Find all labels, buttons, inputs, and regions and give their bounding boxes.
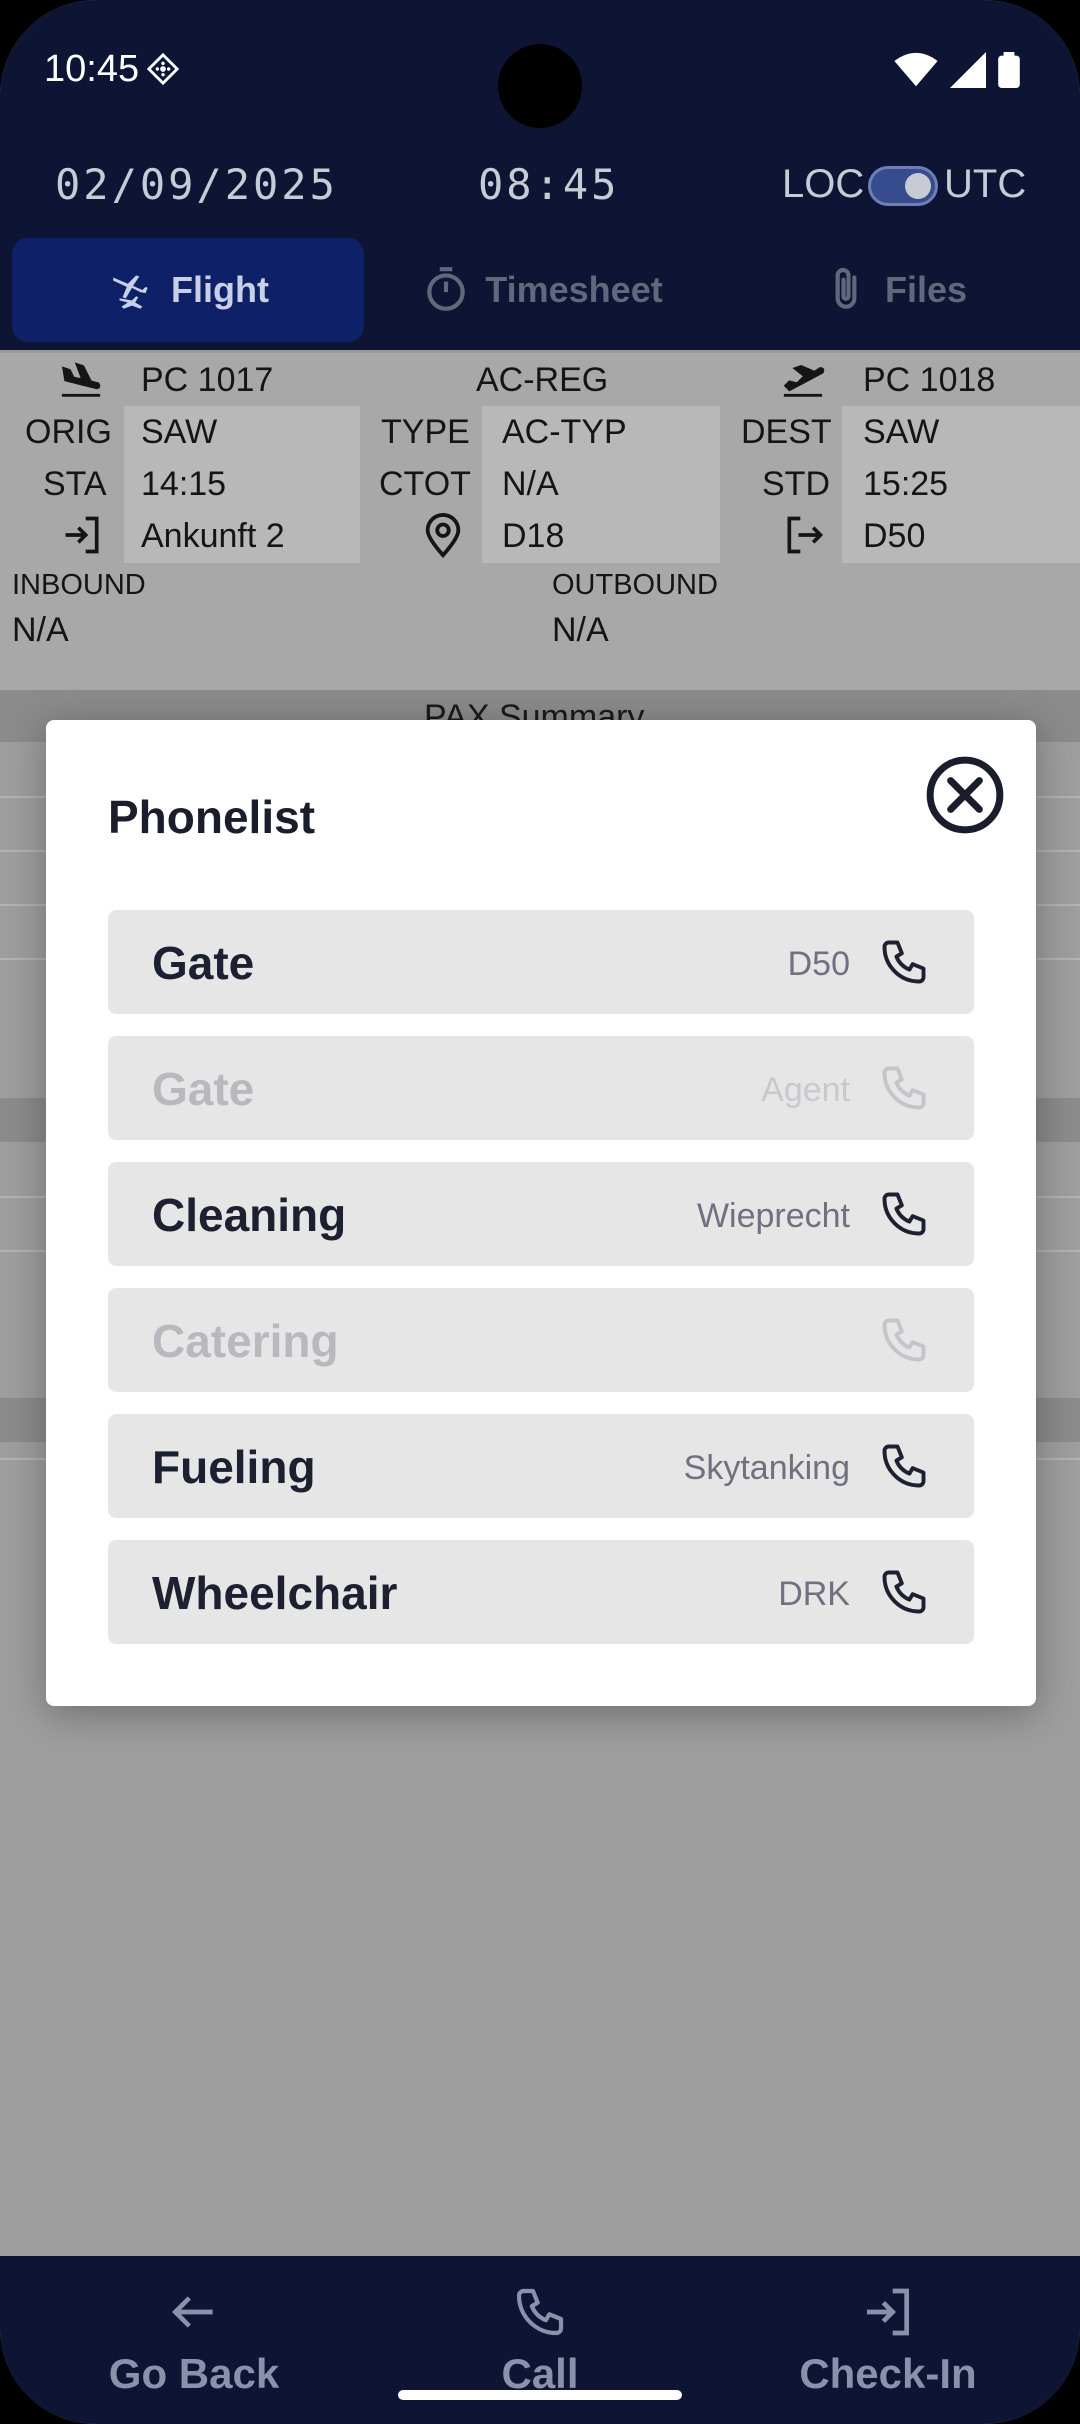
orig-label: ORIG (25, 413, 112, 451)
row-value: Skytanking (683, 1449, 850, 1487)
departure-flight: PC 1018 (863, 361, 996, 399)
std-label: STD (762, 465, 830, 503)
time-display[interactable]: 08:45 (478, 160, 619, 209)
dest-value: SAW (863, 413, 940, 451)
ctot-label: CTOT (379, 465, 471, 503)
ac-reg: AC-REG (476, 361, 609, 399)
home-indicator[interactable] (398, 2390, 682, 2400)
app-screen: 10:45 02/09/2025 08:45 LOC UTC Flight Ti… (0, 0, 1080, 2424)
dest-label: DEST (741, 413, 832, 451)
tab-timesheet-label: Timesheet (485, 269, 663, 310)
phonelist-row-gate-agent: Gate Agent (108, 1036, 974, 1140)
row-label: Cleaning (152, 1189, 347, 1241)
landing-icon (61, 362, 101, 397)
std-value: 15:25 (863, 465, 949, 503)
phonelist-row-catering: Catering (108, 1288, 974, 1392)
toggle-knob (905, 173, 931, 199)
inbound-label: INBOUND (12, 569, 146, 601)
sta-value: 14:15 (141, 465, 227, 503)
status-time: 10:45 (44, 48, 140, 90)
tab-timesheet[interactable]: Timesheet (376, 238, 708, 342)
camera-cutout (498, 44, 582, 128)
arrival-gate-icon (65, 516, 99, 554)
departure-gate-icon (787, 516, 824, 554)
outbound-label: OUTBOUND (552, 569, 718, 601)
departure-gate: D50 (863, 517, 926, 555)
row-value: DRK (778, 1575, 850, 1613)
utc-label: UTC (944, 162, 1027, 206)
phonelist-row-wheelchair[interactable]: Wheelchair DRK (108, 1540, 974, 1644)
phone-icon (882, 1066, 926, 1110)
status-icons (894, 52, 1020, 88)
location-pin-icon (425, 513, 461, 559)
row-label: Catering (152, 1315, 339, 1367)
row-value: D50 (787, 945, 850, 983)
top-bar: 10:45 02/09/2025 08:45 LOC UTC Flight Ti… (0, 0, 1080, 350)
row-label: Fueling (152, 1441, 316, 1493)
type-value: AC-TYP (502, 413, 627, 451)
date-display[interactable]: 02/09/2025 (55, 160, 338, 209)
phonelist-dialog: Phonelist Gate D50 Gate Agent Cleaning W… (46, 720, 1036, 1706)
sta-label: STA (43, 465, 107, 503)
loc-utc-toggle[interactable] (868, 166, 938, 206)
outbound-value: N/A (552, 611, 609, 649)
phone-icon[interactable] (878, 936, 930, 988)
phonelist-row-fueling[interactable]: Fueling Skytanking (108, 1414, 974, 1518)
signal-icon (950, 52, 986, 88)
takeoff-icon (783, 365, 825, 397)
paperclip-icon (835, 267, 857, 309)
close-icon[interactable] (924, 754, 1006, 836)
battery-icon (998, 52, 1020, 88)
row-label: Gate (152, 1063, 255, 1115)
tab-files-label: Files (884, 269, 968, 310)
row-label: Wheelchair (152, 1567, 398, 1619)
login-icon (867, 2288, 909, 2336)
type-label: TYPE (381, 413, 470, 451)
row-value: Agent (761, 1071, 850, 1109)
inbound-value: N/A (12, 611, 69, 649)
phonelist-row-cleaning[interactable]: Cleaning Wieprecht (108, 1162, 974, 1266)
tab-flight[interactable]: Flight (12, 238, 364, 342)
phonelist-row-gate[interactable]: Gate D50 (108, 910, 974, 1014)
check-in-label: Check-In (799, 2350, 977, 2397)
go-back-button[interactable]: Go Back (44, 2256, 344, 2424)
stopwatch-icon (427, 267, 466, 311)
phone-icon (516, 2288, 564, 2336)
arrival-flight: PC 1017 (141, 361, 274, 399)
phone-icon (882, 1318, 926, 1362)
airplanes-icon (113, 275, 148, 309)
flight-info-panel: PC 1017 ORIG SAW STA 14:15 Ankunft 2 AC-… (0, 353, 1080, 690)
row-value: Wieprecht (696, 1197, 850, 1235)
dialog-title: Phonelist (108, 791, 316, 843)
row-label: Gate (152, 937, 255, 989)
ctot-value: N/A (502, 465, 559, 503)
tab-bar: Flight Timesheet Files (0, 238, 1080, 342)
go-back-label: Go Back (108, 2350, 280, 2397)
tab-files[interactable]: Files (720, 238, 1068, 342)
tab-flight-label: Flight (171, 269, 269, 310)
loc-label: LOC (782, 162, 865, 206)
developer-mode-icon (146, 52, 180, 86)
phone-icon[interactable] (878, 1566, 930, 1618)
phone-icon[interactable] (878, 1440, 930, 1492)
phone-icon[interactable] (878, 1188, 930, 1240)
arrow-left-icon (172, 2296, 213, 2328)
orig-value: SAW (141, 413, 218, 451)
check-in-button[interactable]: Check-In (738, 2256, 1038, 2424)
arrival-gate: Ankunft 2 (141, 517, 285, 555)
wifi-icon (894, 52, 938, 87)
stand-value: D18 (502, 517, 565, 555)
